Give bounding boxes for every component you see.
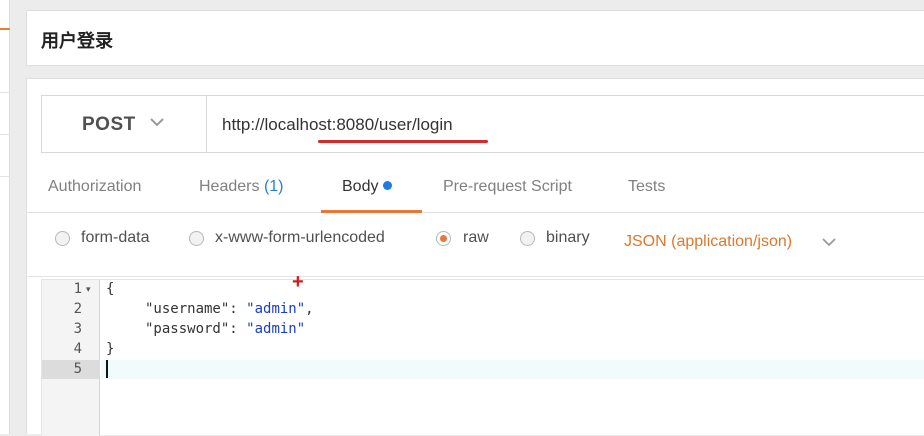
tab-authorization[interactable]: Authorization xyxy=(48,178,141,196)
tab-tests[interactable]: Tests xyxy=(628,178,665,196)
active-line-highlight xyxy=(101,360,924,379)
sidebar-divider xyxy=(0,92,10,93)
request-panel: POST http://localhost:8080/user/login Au… xyxy=(26,78,924,436)
radio-label[interactable]: binary xyxy=(546,229,590,247)
radio-form-data[interactable] xyxy=(55,231,70,246)
modified-dot-icon xyxy=(383,181,393,190)
annotation-underline xyxy=(318,140,488,143)
chevron-down-icon xyxy=(150,118,164,127)
request-url-row: POST http://localhost:8080/user/login xyxy=(41,95,924,153)
line-number: 4 xyxy=(73,341,82,357)
headers-count-badge: (1) xyxy=(263,178,284,195)
sidebar-divider xyxy=(0,176,10,177)
json-comma: , xyxy=(305,301,314,317)
radio-binary[interactable] xyxy=(520,231,535,246)
request-title-bar: 用户登录 xyxy=(26,10,924,66)
tab-pre-request-script[interactable]: Pre-request Script xyxy=(443,178,572,196)
content-type-dropdown[interactable]: JSON (application/json) xyxy=(624,233,792,251)
json-sep: : xyxy=(229,301,247,317)
line-number: 2 xyxy=(73,301,82,317)
json-key: "username" xyxy=(145,301,230,317)
json-key: "password" xyxy=(145,321,230,337)
code-line: } xyxy=(106,341,115,357)
code-line: "username": "admin", xyxy=(145,301,314,317)
text-caret xyxy=(106,360,108,378)
radio-x-www-form-urlencoded[interactable] xyxy=(189,231,204,246)
code-line: "password": "admin" xyxy=(145,321,305,337)
radio-label[interactable]: form-data xyxy=(81,229,149,247)
method-selector[interactable]: POST xyxy=(42,96,207,152)
request-tabs: Authorization Headers (1) Body Pre-reque… xyxy=(27,167,924,213)
tab-headers[interactable]: Headers (1) xyxy=(199,178,284,196)
sidebar-accent xyxy=(0,28,10,30)
code-line: { xyxy=(106,281,115,297)
method-label: POST xyxy=(82,114,136,135)
line-number: 5 xyxy=(73,361,82,377)
url-input[interactable]: http://localhost:8080/user/login xyxy=(222,115,453,135)
line-number: 3 xyxy=(73,321,82,337)
annotation-cross-icon: + xyxy=(292,271,304,293)
json-sep: : xyxy=(229,321,247,337)
request-title[interactable]: 用户登录 xyxy=(41,27,113,53)
sidebar-divider xyxy=(0,134,10,135)
chevron-down-icon[interactable] xyxy=(821,234,837,250)
tab-label: Body xyxy=(342,178,379,195)
radio-label[interactable]: x-www-form-urlencoded xyxy=(215,229,385,247)
fold-arrow-icon[interactable]: ▾ xyxy=(86,284,91,295)
code-editor[interactable]: 1 ▾ 2 3 4 5 { "username": "admin", "pass… xyxy=(41,279,924,436)
sidebar-edge xyxy=(0,0,10,434)
json-value: "admin" xyxy=(246,321,306,337)
radio-label[interactable]: raw xyxy=(463,229,489,247)
line-number: 1 xyxy=(73,281,82,297)
radio-raw[interactable] xyxy=(436,231,451,246)
tab-body[interactable]: Body xyxy=(342,178,393,196)
json-value: "admin" xyxy=(246,301,306,317)
tab-label: Headers xyxy=(199,178,260,195)
body-type-options: form-data x-www-form-urlencoded raw bina… xyxy=(27,213,924,277)
